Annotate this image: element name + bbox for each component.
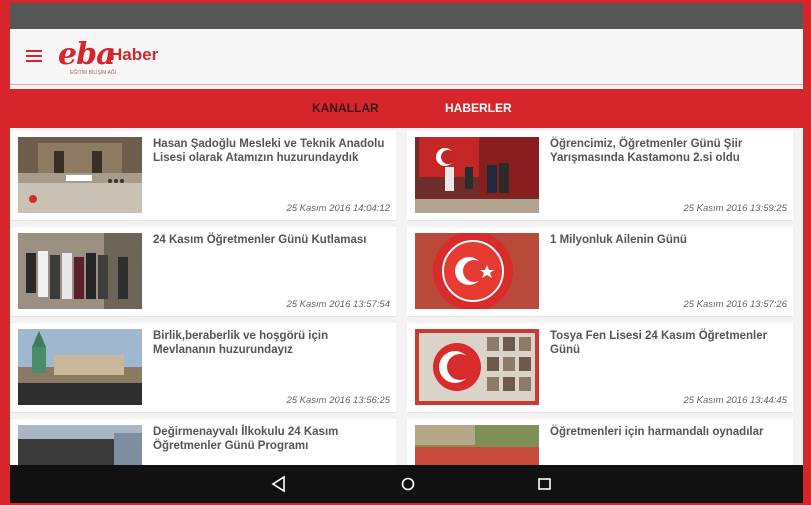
news-title: Hasan Şadoğlu Mesleki ve Teknik Anadolu …: [153, 138, 385, 164]
news-thumbnail: [415, 233, 539, 309]
news-card[interactable]: 24 Kasım Öğretmenler Günü Kutlaması 25 K…: [10, 227, 396, 317]
status-bar: [10, 3, 803, 29]
recent-square-icon[interactable]: [532, 473, 556, 495]
news-date: 25 Kasım 2016 13:56:25: [286, 395, 390, 406]
eba-logo-subtext: EĞİTİM BİLİŞİM AĞI: [70, 70, 117, 76]
news-thumbnail: [18, 233, 142, 309]
news-thumbnail: [415, 329, 539, 405]
android-nav-bar: [10, 465, 803, 503]
news-title: Öğrencimiz, Öğretmenler Günü Şiir Yarışm…: [550, 138, 743, 164]
app-bar: eba EĞİTİM BİLİŞİM AĞI Haber: [10, 29, 803, 85]
eba-logo[interactable]: eba: [58, 37, 116, 72]
news-card[interactable]: Birlik,beraberlik ve hoşgörü için Mevlan…: [10, 323, 396, 413]
news-title: Değirmenayvalı İlkokulu 24 Kasım Öğretme…: [153, 426, 339, 452]
news-title: Tosya Fen Lisesi 24 Kasım Öğretmenler Gü…: [550, 330, 768, 356]
news-grid: Hasan Şadoğlu Mesleki ve Teknik Anadolu …: [10, 131, 803, 503]
news-date: 25 Kasım 2016 13:59:25: [683, 203, 787, 214]
news-title: 24 Kasım Öğretmenler Günü Kutlaması: [153, 234, 367, 246]
news-card[interactable]: 1 Milyonluk Ailenin Günü 25 Kasım 2016 1…: [407, 227, 793, 317]
news-card[interactable]: Öğrencimiz, Öğretmenler Günü Şiir Yarışm…: [407, 131, 793, 221]
app-title: Haber: [110, 45, 159, 64]
news-title: Birlik,beraberlik ve hoşgörü için Mevlan…: [153, 330, 329, 356]
news-thumbnail: [18, 137, 142, 213]
news-title: 1 Milyonluk Ailenin Günü: [550, 234, 687, 246]
tab-kanallar[interactable]: KANALLAR: [312, 101, 379, 115]
back-triangle-icon[interactable]: [267, 473, 291, 495]
news-card[interactable]: Hasan Şadoğlu Mesleki ve Teknik Anadolu …: [10, 131, 396, 221]
device-screen: eba EĞİTİM BİLİŞİM AĞI Haber KANALLAR HA…: [10, 3, 803, 503]
tab-bar: KANALLAR HABERLER: [10, 87, 803, 128]
news-date: 25 Kasım 2016 14:04:12: [286, 203, 390, 214]
news-title: Öğretmenleri için harmandalı oynadılar: [550, 426, 764, 438]
news-date: 25 Kasım 2016 13:44:45: [683, 395, 787, 406]
news-card[interactable]: Tosya Fen Lisesi 24 Kasım Öğretmenler Gü…: [407, 323, 793, 413]
hamburger-menu-icon[interactable]: [26, 50, 42, 62]
news-date: 25 Kasım 2016 13:57:54: [286, 299, 390, 310]
news-date: 25 Kasım 2016 13:57:26: [683, 299, 787, 310]
news-thumbnail: [415, 137, 539, 213]
tab-haberler[interactable]: HABERLER: [445, 101, 512, 115]
news-thumbnail: [18, 329, 142, 405]
home-circle-icon[interactable]: [396, 473, 420, 495]
